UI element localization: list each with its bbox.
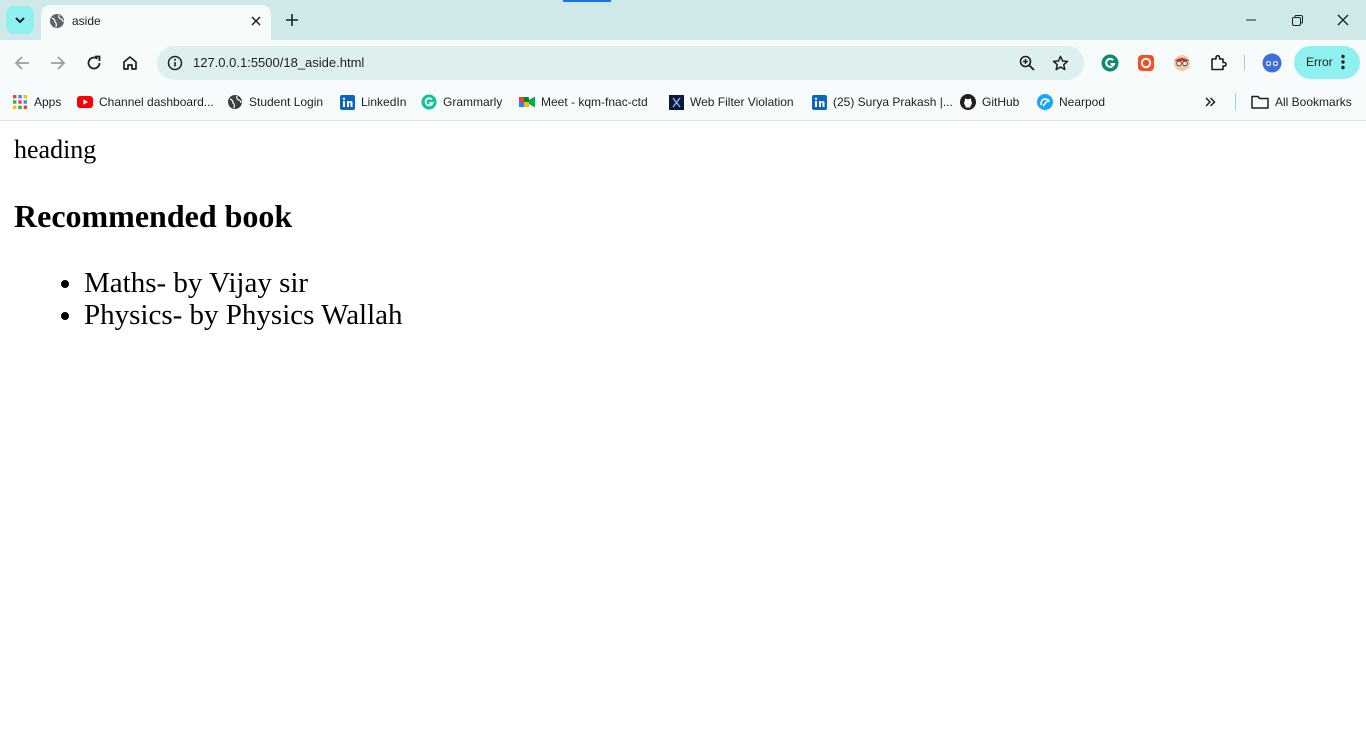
- globe-icon: [227, 94, 243, 110]
- apps-grid-icon: [12, 94, 28, 110]
- bookmark-label: Web Filter Violation: [690, 95, 794, 109]
- forward-button[interactable]: [44, 49, 72, 77]
- profile-error-button[interactable]: Error: [1294, 46, 1360, 79]
- bookmark-label: Grammarly: [443, 95, 503, 109]
- youtube-icon: [77, 94, 93, 110]
- list-item: Physics- by Physics Wallah: [84, 299, 403, 331]
- tab-search-button[interactable]: [6, 6, 34, 34]
- tab-drag-indicator: [563, 0, 611, 2]
- list-item: Maths- by Vijay sir: [84, 267, 403, 299]
- bookmark-label: Meet - kqm-fnac-ctd: [541, 95, 648, 109]
- bookmark-web-filter-violation[interactable]: Web Filter Violation: [668, 91, 794, 113]
- bookmark-channel-dashboard[interactable]: Channel dashboard...: [77, 91, 214, 113]
- bookmarks-divider: [1235, 93, 1236, 111]
- minimize-button[interactable]: [1228, 6, 1274, 34]
- bookmarks-overflow-button[interactable]: [1202, 91, 1224, 113]
- zoom-in-icon: [1019, 55, 1035, 71]
- bookmarks-bar: Apps Channel dashboard... Student Login …: [0, 85, 1366, 121]
- address-bar[interactable]: 127.0.0.1:5500/18_aside.html: [157, 46, 1084, 80]
- avatar-icon: [1262, 53, 1282, 73]
- profile-error-label: Error: [1306, 55, 1333, 69]
- bookmark-label: Student Login: [249, 95, 324, 109]
- github-icon: [960, 94, 976, 110]
- url-text[interactable]: 127.0.0.1:5500/18_aside.html: [193, 55, 364, 70]
- fortinet-icon: [668, 94, 684, 110]
- bookmark-label: Apps: [34, 95, 62, 109]
- linkedin-icon: [339, 94, 355, 110]
- bookmark-label: LinkedIn: [361, 95, 407, 109]
- folder-icon: [1251, 94, 1269, 110]
- grammarly-icon: [421, 94, 437, 110]
- tab-strip: aside: [0, 0, 1366, 40]
- nearpod-icon: [1037, 94, 1053, 110]
- minimize-icon: [1246, 19, 1256, 21]
- home-icon: [123, 56, 137, 70]
- page-heading: heading: [14, 135, 97, 164]
- linkedin-icon: [811, 94, 827, 110]
- double-chevron-right-icon: [1202, 94, 1218, 110]
- bookmark-nearpod[interactable]: Nearpod: [1037, 91, 1105, 113]
- grammarly-icon: [1101, 54, 1119, 72]
- restore-button[interactable]: [1274, 6, 1320, 34]
- bookmark-apps[interactable]: Apps: [12, 91, 61, 113]
- bookmark-label: GitHub: [982, 95, 1020, 109]
- book-list: Maths- by Vijay sir Physics- by Physics …: [44, 267, 403, 331]
- toolbar-divider: [1244, 55, 1245, 71]
- tab-title: aside: [72, 14, 101, 28]
- record-icon: [1138, 55, 1154, 71]
- all-bookmarks-label: All Bookmarks: [1275, 95, 1352, 109]
- cartoon-face-icon: [1174, 55, 1190, 71]
- bookmark-linkedin-profile[interactable]: (25) Surya Prakash |...: [811, 91, 953, 113]
- puzzle-icon: [1211, 54, 1227, 71]
- bookmark-grammarly[interactable]: Grammarly: [421, 91, 502, 113]
- arrow-right-icon: [51, 56, 66, 70]
- reload-button[interactable]: [80, 49, 108, 77]
- home-button[interactable]: [116, 49, 144, 77]
- grammarly-extension-button[interactable]: [1098, 51, 1122, 75]
- info-icon: [167, 55, 183, 71]
- close-window-button[interactable]: [1320, 6, 1366, 34]
- screen-recorder-extension-button[interactable]: [1134, 51, 1158, 75]
- zoom-button[interactable]: [1015, 51, 1039, 75]
- meet-icon: [519, 94, 535, 110]
- chevron-down-icon: [15, 17, 25, 24]
- globe-icon: [49, 13, 65, 34]
- bookmark-label: Channel dashboard...: [99, 95, 214, 109]
- bookmark-meet[interactable]: Meet - kqm-fnac-ctd: [519, 91, 648, 113]
- browser-toolbar: 127.0.0.1:5500/18_aside.html Error: [0, 40, 1366, 85]
- all-bookmarks-button[interactable]: All Bookmarks: [1251, 91, 1352, 113]
- bookmark-student-login[interactable]: Student Login: [227, 91, 323, 113]
- close-tab-icon[interactable]: [247, 12, 265, 30]
- back-button[interactable]: [8, 49, 36, 77]
- restore-icon: [1291, 14, 1303, 26]
- recommended-book-title: Recommended book: [14, 198, 293, 234]
- bookmark-star-button[interactable]: [1048, 51, 1072, 75]
- close-icon: [1337, 14, 1349, 26]
- bookmark-linkedin[interactable]: LinkedIn: [339, 91, 406, 113]
- plus-icon: [286, 14, 298, 26]
- site-info-button[interactable]: [163, 51, 187, 75]
- bookmark-label: Nearpod: [1059, 95, 1106, 109]
- avatar-extension-button[interactable]: [1170, 51, 1194, 75]
- extensions-button[interactable]: [1206, 51, 1230, 75]
- arrow-left-icon: [14, 56, 29, 70]
- bookmark-github[interactable]: GitHub: [960, 91, 1019, 113]
- profile-avatar-button[interactable]: [1260, 51, 1284, 75]
- more-vert-icon: [1341, 54, 1345, 75]
- new-tab-button[interactable]: [280, 9, 304, 31]
- reload-icon: [87, 55, 101, 70]
- active-tab[interactable]: aside: [41, 5, 271, 40]
- star-icon: [1052, 55, 1068, 70]
- bookmark-label: (25) Surya Prakash |...: [833, 95, 953, 109]
